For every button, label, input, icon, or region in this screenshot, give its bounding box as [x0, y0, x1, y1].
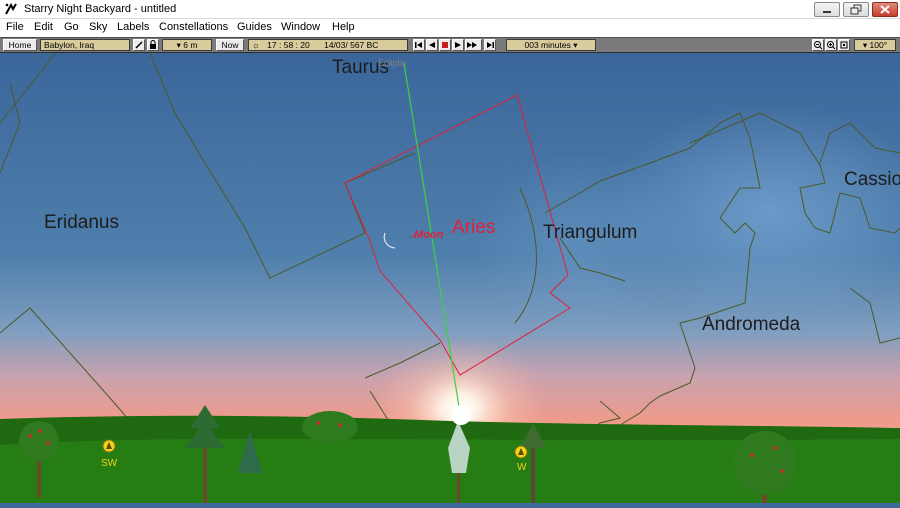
zoom-box-icon [840, 41, 848, 49]
zoom-in-icon [827, 41, 836, 50]
label-moon[interactable]: Moon [414, 229, 444, 241]
close-button[interactable] [872, 2, 898, 17]
sky-view[interactable]: Taurus Ecliptic Eridanus Aries Triangulu… [0, 52, 900, 503]
minimize-icon [823, 11, 831, 13]
date-value: 14/03/ 567 BC [324, 40, 379, 50]
zoom-in-button[interactable] [825, 39, 837, 51]
field-of-view-dropdown[interactable]: ▾ 100° [854, 39, 896, 51]
sun-icon: ☼ [252, 40, 260, 50]
label-aries[interactable]: Aries [452, 217, 495, 238]
menu-window[interactable]: Window [281, 21, 320, 33]
toolbar: Home Babylon, Iraq ▾ 6 m Now ☼ 17 : 58 :… [0, 37, 900, 53]
time-date-field[interactable]: ☼ 17 : 58 : 20 14/03/ 567 BC [248, 39, 408, 51]
menu-labels[interactable]: Labels [117, 21, 149, 33]
label-w: W [517, 462, 527, 473]
menu-go[interactable]: Go [64, 21, 79, 33]
label-eridanus[interactable]: Eridanus [44, 212, 119, 233]
menu-help[interactable]: Help [332, 21, 355, 33]
step-forward-button[interactable] [484, 39, 496, 51]
step-back-icon [415, 42, 422, 48]
edit-location-button[interactable] [133, 39, 145, 51]
fov-value: 100° [869, 40, 888, 50]
elevation-value: 6 m [183, 40, 198, 50]
minimize-button[interactable] [814, 2, 840, 17]
zoom-box-button[interactable] [838, 39, 850, 51]
elevation-dropdown[interactable]: ▾ 6 m [162, 39, 212, 51]
restore-button[interactable] [843, 2, 869, 17]
stop-button[interactable] [439, 39, 451, 51]
label-triangulum[interactable]: Triangulum [543, 222, 637, 243]
label-andromeda[interactable]: Andromeda [702, 314, 801, 335]
label-ecliptic: Ecliptic [378, 58, 407, 68]
menu-bar: File Edit Go Sky Labels Constellations G… [0, 19, 900, 37]
lock-icon [150, 40, 156, 49]
time-step-dropdown[interactable]: 003 minutes ▾ [506, 39, 596, 51]
step-back-button[interactable] [413, 39, 425, 51]
restore-icon [850, 4, 862, 15]
now-button[interactable]: Now [216, 39, 244, 51]
sun[interactable] [451, 405, 471, 425]
time-value: 17 : 58 : 20 [267, 40, 310, 50]
sky-canvas[interactable]: Taurus Ecliptic Eridanus Aries Triangulu… [0, 52, 900, 503]
menu-sky[interactable]: Sky [89, 21, 107, 33]
location-field[interactable]: Babylon, Iraq [40, 39, 130, 51]
stop-icon [442, 42, 448, 48]
fast-forward-button[interactable] [465, 39, 482, 51]
label-sw: SW [101, 458, 118, 469]
fast-forward-icon [467, 42, 477, 48]
zoom-out-icon [814, 41, 823, 50]
window-title: Starry Night Backyard - untitled [24, 3, 177, 15]
lock-location-button[interactable] [147, 39, 159, 51]
menu-file[interactable]: File [6, 21, 24, 33]
home-button[interactable]: Home [3, 39, 37, 51]
play-reverse-button[interactable] [426, 39, 438, 51]
label-cassiopeia[interactable]: Cassio [844, 169, 900, 190]
window-title-bar: Starry Night Backyard - untitled [0, 0, 900, 19]
starry-night-app-icon [4, 2, 18, 16]
zoom-out-button[interactable] [812, 39, 824, 51]
step-forward-icon [487, 42, 494, 48]
play-forward-icon [455, 42, 461, 48]
menu-guides[interactable]: Guides [237, 21, 272, 33]
play-reverse-icon [429, 42, 435, 48]
menu-constellations[interactable]: Constellations [159, 21, 228, 33]
pencil-icon [135, 41, 143, 49]
tree-bush-mid [302, 411, 358, 443]
play-forward-button[interactable] [452, 39, 464, 51]
time-step-value: 003 minutes [524, 40, 571, 50]
close-icon [880, 5, 890, 14]
menu-edit[interactable]: Edit [34, 21, 53, 33]
